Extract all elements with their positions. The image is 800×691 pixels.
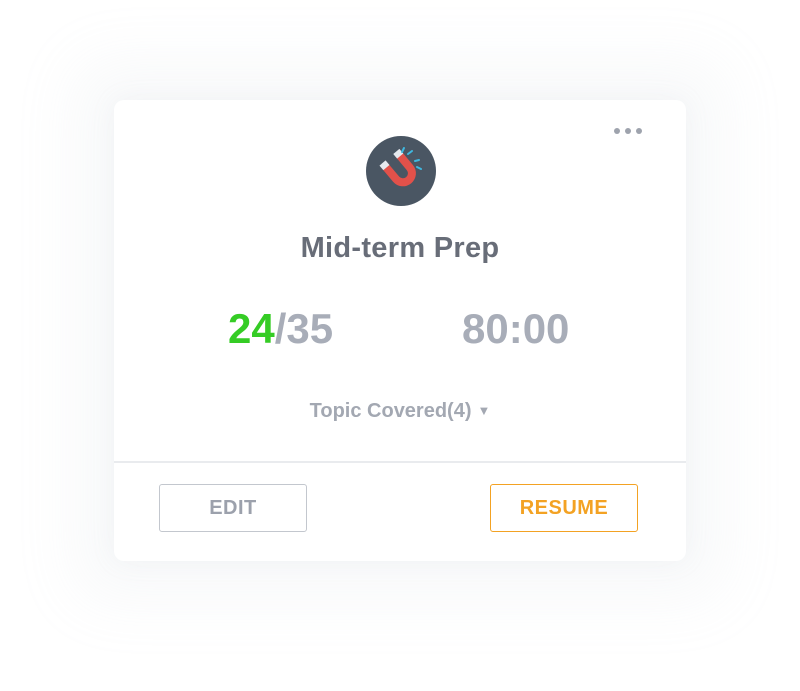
correct-count: 24 [228,305,275,352]
more-options-icon[interactable] [614,124,642,138]
score-separator: / [274,305,287,352]
topics-covered-label: Topic Covered(4) [309,400,472,422]
edit-button[interactable]: EDIT [159,484,307,532]
menu-dot [636,128,642,134]
topics-covered-dropdown[interactable]: Topic Covered(4) ▼ [114,400,686,423]
menu-dot [614,128,620,134]
menu-dot [625,128,631,134]
page: Mid-term Prep 24/35 80:00 Topic Covered(… [0,0,800,691]
magnet-icon-graphic [379,147,422,187]
total-count: 35 [286,305,334,352]
magnet-icon [366,136,436,206]
resume-button[interactable]: RESUME [490,484,638,532]
quiz-card: Mid-term Prep 24/35 80:00 Topic Covered(… [114,100,686,561]
timer: 80:00 [462,305,570,352]
score: 24/35 [228,305,333,353]
divider [114,461,686,463]
caret-down-icon: ▼ [477,403,491,418]
quiz-title: Mid-term Prep [300,232,500,264]
